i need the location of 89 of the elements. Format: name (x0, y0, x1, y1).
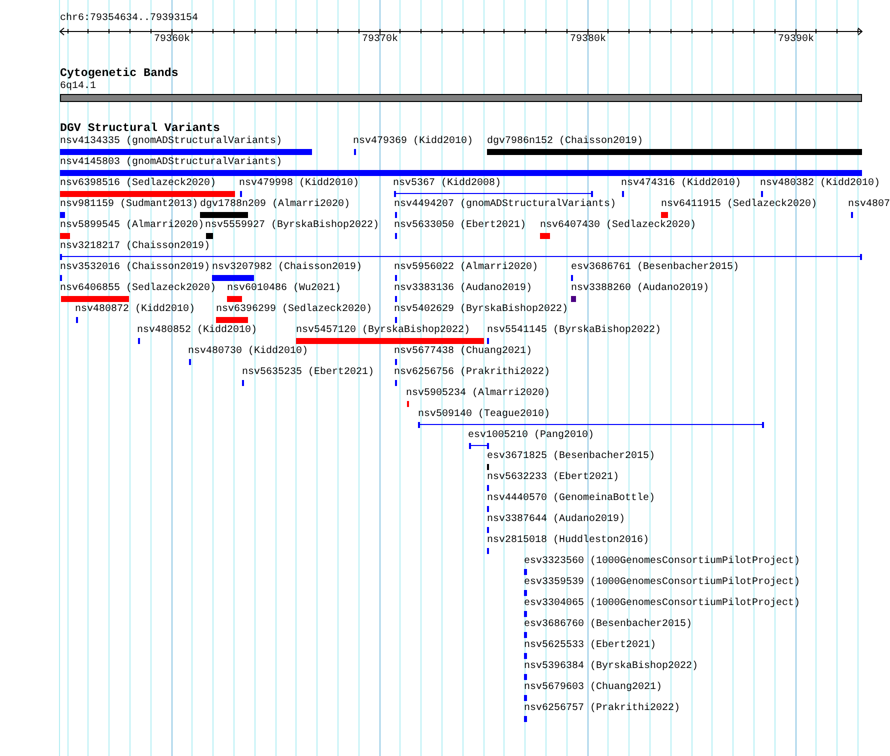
variant-label: nsv981159 (Sudmant2013) (60, 199, 198, 211)
location-label: chr6:79354634..79393154 (60, 13, 198, 25)
variant-bar[interactable] (60, 170, 862, 176)
variant-label: esv1005210 (Pang2010) (468, 430, 594, 442)
variant-label: nsv480872 (Kidd2010) (75, 304, 196, 316)
variant-label: nsv5367 (Kidd2008) (393, 178, 502, 190)
variant-label: nsv5899545 (Almarri2020) (60, 220, 204, 232)
variant-label: nsv480852 (Kidd2010) (137, 325, 258, 337)
variant-label: nsv479369 (Kidd2010) (353, 136, 474, 148)
variant-label: nsv3532016 (Chaisson2019) (60, 262, 210, 274)
variant-label: esv3671825 (Besenbacher2015) (487, 451, 656, 463)
variant-label: nsv480730 (Kidd2010) (188, 346, 308, 358)
variant-bar[interactable] (661, 212, 668, 218)
variant-label: nsv5559927 (ByrskaBishop2022) (205, 220, 380, 232)
variant-label: nsv6398516 (Sedlazeck2020) (60, 178, 216, 190)
variant-bar[interactable] (524, 590, 527, 596)
variant-label: nsv6256756 (Prakrithi2022) (394, 367, 550, 379)
variant-label: nsv3383136 (Audano2019) (394, 283, 532, 295)
variant-bar[interactable] (206, 233, 213, 239)
variant-label: nsv5905234 (Almarri2020) (406, 388, 550, 400)
variant-label: nsv3388260 (Audano2019) (571, 283, 710, 295)
variant-label: nsv5402629 (ByrskaBishop2022) (394, 304, 568, 316)
variant-label: nsv4440570 (GenomeinaBottle) (487, 493, 656, 505)
variant-label: dgv7986n152 (Chaisson2019) (487, 136, 644, 148)
band-label: 6q14.1 (60, 81, 96, 93)
variant-bar[interactable] (61, 296, 129, 302)
variant-bar[interactable] (60, 149, 312, 155)
variant-bar[interactable] (200, 212, 248, 218)
variant-label: esv3686761 (Besenbacher2015) (571, 262, 740, 274)
variant-label: nsv5635235 (Ebert2021) (242, 367, 374, 379)
variant-label: esv3359539 (1000GenomesConsortiumPilotProject) (524, 577, 800, 589)
variant-span[interactable] (418, 422, 764, 428)
variant-label: nsv2815018 (Huddleston2016) (487, 535, 650, 547)
variant-bar[interactable] (216, 317, 248, 323)
variant-label: nsv5956022 (Almarri2020) (394, 262, 538, 274)
variant-label: nsv5633050 (Ebert2021) (394, 220, 526, 232)
variant-bar[interactable] (571, 296, 576, 302)
tick-label: 79370k (362, 34, 398, 46)
variant-label: esv3686760 (Besenbacher2015) (524, 619, 692, 631)
variant-bar[interactable] (212, 275, 254, 281)
variant-label: nsv6407430 (Sedlazeck2020) (540, 220, 696, 232)
variant-label: nsv5679603 (Chuang2021) (524, 682, 662, 694)
variant-label: esv3304065 (1000GenomesConsortiumPilotProject) (524, 598, 800, 610)
variant-label: nsv4807 (848, 199, 890, 211)
variant-label: nsv474316 (Kidd2010) (621, 178, 742, 190)
variant-label: nsv5632233 (Ebert2021) (487, 472, 620, 484)
variant-span[interactable] (60, 254, 862, 260)
variant-bar[interactable] (60, 191, 235, 197)
variant-label: nsv5541145 (ByrskaBishop2022) (487, 325, 662, 337)
variant-label: nsv3207982 (Chaisson2019) (212, 262, 362, 274)
variant-bar[interactable] (60, 212, 65, 218)
variant-bar[interactable] (296, 338, 484, 344)
variant-bar[interactable] (524, 695, 527, 701)
variant-bar[interactable] (524, 653, 527, 659)
variant-label: nsv3387644 (Audano2019) (487, 514, 626, 526)
variant-label: nsv3218217 (Chaisson2019) (60, 241, 210, 253)
variant-bar[interactable] (487, 149, 862, 155)
track-title: Cytogenetic Bands (60, 67, 178, 80)
tick-label: 79390k (778, 34, 814, 46)
variant-label: esv3323560 (1000GenomesConsortiumPilotProject) (524, 556, 800, 568)
variant-span[interactable] (394, 191, 593, 197)
tick-label: 79380k (570, 34, 606, 46)
variant-label: nsv5677438 (Chuang2021) (394, 346, 532, 358)
variant-label: nsv5396384 (ByrskaBishop2022) (524, 661, 698, 673)
tick-label: 79360k (154, 34, 190, 46)
variant-label: nsv4134335 (gnomADStructuralVariants) (60, 136, 282, 148)
variant-label: nsv480382 (Kidd2010) (760, 178, 880, 190)
variant-label: nsv6396299 (Sedlazeck2020) (216, 304, 372, 316)
variant-label: nsv4145803 (gnomADStructuralVariants) (60, 157, 282, 169)
variant-bar[interactable] (524, 632, 527, 638)
variant-label: nsv6256757 (Prakrithi2022) (524, 703, 680, 715)
variant-bar[interactable] (227, 296, 242, 302)
variant-label: nsv4494207 (gnomADStructuralVariants) (394, 199, 616, 211)
variant-label: nsv5625533 (Ebert2021) (524, 640, 656, 652)
variant-label: nsv479998 (Kidd2010) (239, 178, 360, 190)
variant-label: nsv6010486 (Wu2021) (227, 283, 342, 295)
variant-label: nsv5457120 (ByrskaBishop2022) (296, 325, 470, 337)
variant-bar[interactable] (524, 716, 527, 722)
variant-span[interactable] (469, 443, 489, 449)
variant-bar[interactable] (540, 233, 550, 239)
variant-bar[interactable] (524, 611, 527, 617)
variant-label: nsv509140 (Teague2010) (418, 409, 550, 421)
variant-label: nsv6411915 (Sedlazeck2020) (661, 199, 818, 211)
track-title: DGV Structural Variants (60, 122, 220, 135)
variant-label: dgv1788n209 (Almarri2020) (200, 199, 350, 211)
variant-bar[interactable] (60, 233, 70, 239)
variant-bar[interactable] (524, 674, 527, 680)
variant-bar[interactable] (524, 569, 527, 575)
variant-label: nsv6406855 (Sedlazeck2020) (60, 283, 216, 295)
